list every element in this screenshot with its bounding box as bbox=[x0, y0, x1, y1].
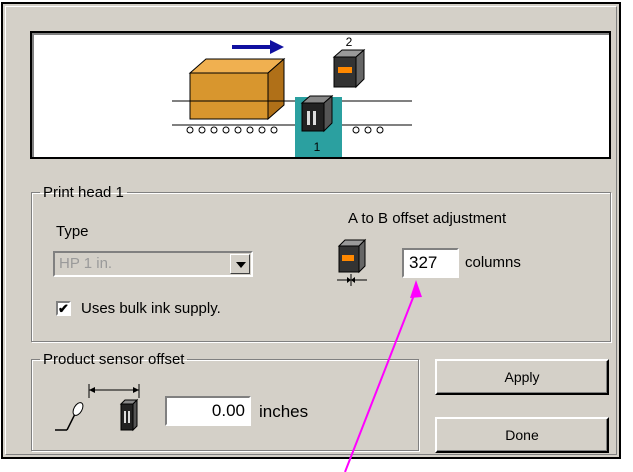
pointer-annotation bbox=[344, 280, 422, 472]
pointer-arrow-head bbox=[410, 280, 422, 298]
pointer-arrow-line bbox=[344, 289, 417, 472]
